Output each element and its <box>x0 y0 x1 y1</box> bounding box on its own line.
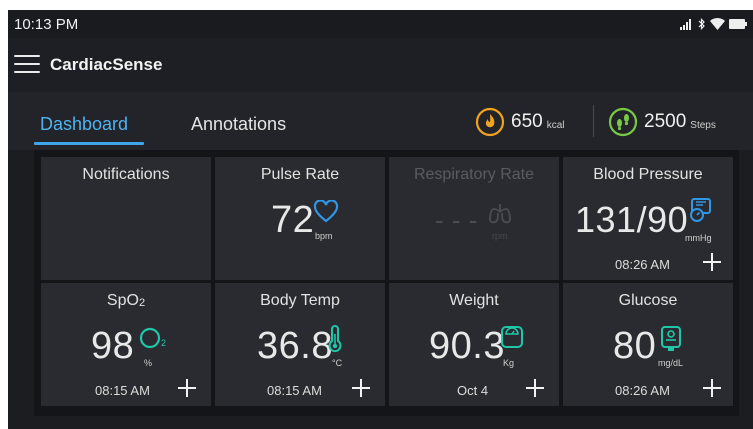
heart-icon <box>313 200 339 223</box>
calories-value: 650 <box>511 111 543 132</box>
blood-pressure-tile[interactable]: Blood Pressure 131/90 mmHg 08:26 AM <box>563 157 733 280</box>
tile-title: Notifications <box>82 166 170 183</box>
glucose-unit: mg/dL <box>658 358 684 368</box>
body-temp-time: 08:15 AM <box>267 383 322 398</box>
signal-icon <box>680 19 691 30</box>
o2-icon <box>139 327 161 349</box>
tile-reading: 36.8 °C <box>215 325 385 369</box>
tile-title: Weight <box>449 292 499 309</box>
respiratory-rate-unit: rpm <box>492 231 508 241</box>
weight-unit: Kg <box>503 358 515 368</box>
pulse-rate-unit: bpm <box>315 231 333 241</box>
tab-bar: Dashboard Annotations 650 kcal 2500 Step… <box>8 92 753 150</box>
add-spo2-button[interactable] <box>176 377 198 399</box>
tile-title: Respiratory Rate <box>413 166 535 183</box>
spo2-unit: % <box>144 358 153 368</box>
glucometer-icon <box>661 326 681 351</box>
tab-annotations[interactable]: Annotations <box>191 114 286 135</box>
body-temp-tile[interactable]: Body Temp 36.8 °C 08:15 AM <box>215 283 385 406</box>
scale-icon <box>501 326 523 348</box>
spo2-title: SpO <box>106 292 139 309</box>
lungs-icon <box>489 204 511 224</box>
app-title: CardiacSense <box>50 55 163 74</box>
body-temp-unit: °C <box>332 358 343 368</box>
bluetooth-icon <box>698 18 705 30</box>
steps-value: 2500 <box>644 111 687 132</box>
app-bar: CardiacSense <box>8 38 753 92</box>
tab-dashboard[interactable]: Dashboard <box>40 114 128 135</box>
app-screen: 10:13 PM CardiacSense Dashboard Annotati <box>8 10 753 429</box>
tile-reading: 80 mg/dL <box>563 325 733 369</box>
hamburger-menu-icon[interactable] <box>14 54 40 74</box>
weight-time: Oct 4 <box>457 383 489 398</box>
body-temp-value: 36.8 <box>257 325 333 367</box>
spo2-tile[interactable]: SpO2 98 2 % 08:15 AM <box>41 283 211 406</box>
tile-title: Glucose <box>618 292 678 309</box>
footsteps-icon <box>608 107 638 137</box>
respiratory-rate-tile[interactable]: Respiratory Rate - - - rpm <box>389 157 559 280</box>
o2-icon-subscript: 2 <box>161 338 167 348</box>
calories-unit: kcal <box>546 119 565 131</box>
spo2-title-subscript: 2 <box>138 297 146 309</box>
steps-summary: 2500 Steps <box>608 107 716 137</box>
add-blood-pressure-button[interactable] <box>701 251 723 273</box>
pulse-rate-tile[interactable]: Pulse Rate 72 bpm <box>215 157 385 280</box>
add-body-temp-button[interactable] <box>350 377 372 399</box>
weight-value: 90.3 <box>429 325 505 367</box>
blood-pressure-icon <box>690 198 711 222</box>
vitals-grid: Notifications Pulse Rate 72 bpm Respirat… <box>34 150 739 416</box>
battery-icon <box>729 19 747 29</box>
tile-title: Blood Pressure <box>593 166 703 183</box>
tile-reading: 72 bpm <box>215 199 385 243</box>
respiratory-rate-value: - - - <box>435 205 478 235</box>
glucose-time: 08:26 AM <box>615 383 670 398</box>
spo2-time: 08:15 AM <box>95 383 150 398</box>
add-weight-button[interactable] <box>524 377 546 399</box>
tile-title: Pulse Rate <box>260 166 340 183</box>
blood-pressure-value: 131/90 <box>575 199 689 240</box>
tile-title: SpO2 <box>41 292 211 310</box>
status-icons <box>680 16 747 32</box>
pulse-rate-value: 72 <box>271 199 315 241</box>
tile-reading: - - - rpm <box>389 199 559 243</box>
tile-reading: 131/90 mmHg <box>563 198 733 243</box>
summary-divider <box>593 105 594 137</box>
calories-summary: 650 kcal <box>475 107 565 137</box>
glucose-value: 80 <box>613 325 657 367</box>
glucose-tile[interactable]: Glucose 80 mg/dL 08:26 AM <box>563 283 733 406</box>
add-glucose-button[interactable] <box>701 377 723 399</box>
thermometer-icon <box>328 325 342 353</box>
status-bar: 10:13 PM <box>8 10 753 38</box>
flame-icon <box>475 107 505 137</box>
spo2-value: 98 <box>91 325 135 367</box>
steps-unit: Steps <box>690 119 716 131</box>
active-tab-indicator <box>34 142 144 145</box>
weight-tile[interactable]: Weight 90.3 Kg Oct 4 <box>389 283 559 406</box>
bottom-strip <box>8 416 753 429</box>
tile-reading: 90.3 Kg <box>389 325 559 369</box>
blood-pressure-time: 08:26 AM <box>615 257 670 272</box>
status-time: 10:13 PM <box>14 16 79 33</box>
blood-pressure-unit: mmHg <box>685 233 712 243</box>
notifications-tile[interactable]: Notifications <box>41 157 211 280</box>
tile-reading: 98 2 % <box>41 325 211 369</box>
tile-title: Body Temp <box>260 292 340 309</box>
wifi-icon <box>710 18 725 30</box>
